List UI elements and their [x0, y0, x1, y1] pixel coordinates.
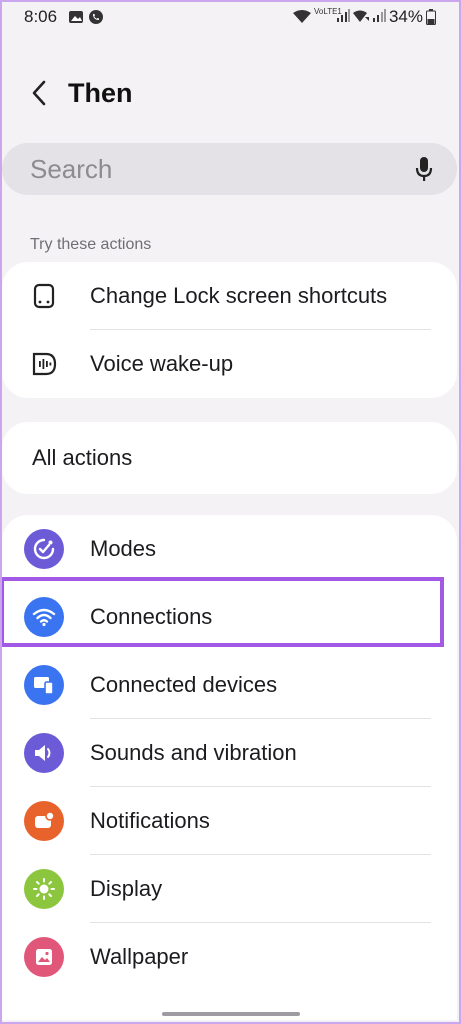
category-label: Connections [90, 604, 213, 629]
search-placeholder: Search [30, 154, 113, 184]
action-label: Change Lock screen shortcuts [90, 283, 388, 308]
connected-devices-icon [24, 665, 64, 705]
categories-card: Modes Connections Connected devices Soun… [2, 515, 457, 1020]
category-notifications[interactable]: Notifications [2, 787, 457, 855]
category-label: Display [90, 876, 163, 901]
lock-screen-icon [26, 280, 62, 312]
category-display[interactable]: Display [2, 855, 457, 923]
sun-icon [24, 869, 64, 909]
category-sounds-and-vibration[interactable]: Sounds and vibration [2, 719, 457, 787]
gallery-notification-icon [68, 9, 84, 30]
action-change-lock-screen-shortcuts[interactable]: Change Lock screen shortcuts [2, 262, 457, 330]
battery-percentage: 34% [388, 7, 423, 26]
wifi-status-icon [292, 9, 312, 30]
chevron-left-icon [32, 80, 46, 106]
wifi-icon [24, 597, 64, 637]
all-actions-card[interactable]: All actions [2, 422, 457, 494]
category-label: Notifications [90, 808, 210, 833]
wallpaper-icon [24, 937, 64, 977]
home-indicator[interactable] [162, 1012, 300, 1016]
category-modes[interactable]: Modes [2, 515, 457, 583]
action-voice-wake-up[interactable]: Voice wake-up [2, 330, 457, 398]
section-caption: Try these actions [30, 236, 152, 253]
notifications-icon [24, 801, 64, 841]
speaker-icon [24, 733, 64, 773]
page-title: Then [68, 78, 133, 108]
voice-wakeup-icon [26, 348, 62, 380]
modes-icon [24, 529, 64, 569]
search-input[interactable]: Search [2, 143, 457, 195]
signal-icon-1 [336, 9, 350, 28]
category-label: Modes [90, 536, 157, 561]
status-bar: 8:06 VoLTE1 34% [0, 0, 461, 34]
suggested-actions-card: Change Lock screen shortcuts Voice wake-… [2, 262, 457, 398]
call-notification-icon [88, 9, 104, 30]
category-connected-devices[interactable]: Connected devices [2, 651, 457, 719]
category-connections[interactable]: Connections [2, 583, 457, 651]
category-label: Connected devices [90, 672, 278, 697]
category-wallpaper[interactable]: Wallpaper [2, 923, 457, 991]
category-label: Wallpaper [90, 944, 189, 969]
all-actions-label: All actions [32, 445, 133, 470]
wifi-calling-icon [352, 9, 370, 28]
action-label: Voice wake-up [90, 351, 234, 376]
battery-icon [426, 9, 436, 30]
status-time: 8:06 [24, 7, 58, 26]
signal-icon-2 [372, 9, 386, 28]
back-button[interactable] [22, 76, 56, 110]
category-label: Sounds and vibration [90, 740, 297, 765]
microphone-icon[interactable] [415, 156, 433, 187]
